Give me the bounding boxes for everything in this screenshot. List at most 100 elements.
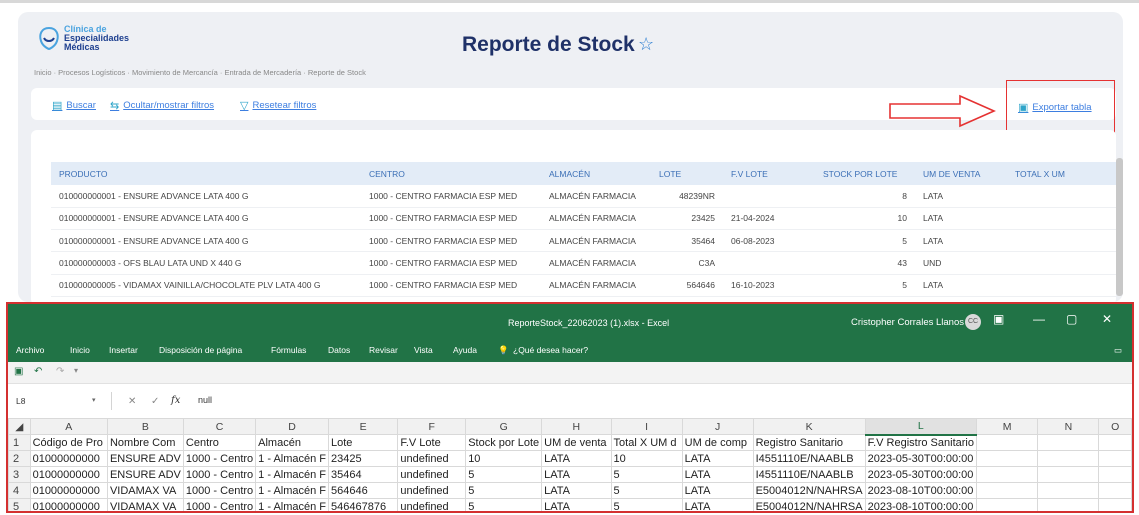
minimize-icon[interactable]: — [1033,312,1045,326]
favorite-star-icon[interactable]: ☆ [638,34,654,54]
ribbon-tab-revisar[interactable]: Revisar [369,345,398,355]
col-header-e[interactable]: E [328,418,399,435]
save-icon[interactable]: ▣ [14,366,23,377]
cancel-formula-icon[interactable]: ✕ [128,396,136,407]
close-icon[interactable]: ✕ [1102,312,1112,326]
sheet-cell[interactable]: 01000000000 [29,450,108,467]
col-header-m[interactable]: M [975,418,1039,435]
sheet-cell[interactable]: 2023-05-30T00:00:00 [864,450,977,467]
row-header[interactable]: 1 [8,434,31,451]
sheet-cell[interactable]: ENSURE ADV [106,450,184,467]
sheet-cell[interactable]: undefined [397,482,467,499]
col-header-n[interactable]: N [1037,418,1100,435]
sheet-cell[interactable]: 10 [465,450,543,467]
sheet-cell[interactable]: UM de comp [681,434,754,451]
breadcrumb[interactable]: Inicio · Procesos Logísticos · Movimient… [34,68,366,77]
col-stock-por-lote[interactable]: STOCK POR LOTE [815,162,915,185]
sheet-cell[interactable]: LATA [541,466,612,483]
redo-icon[interactable]: ↷ [56,366,64,377]
sheet-cell[interactable] [1098,450,1132,467]
sheet-cell[interactable]: Stock por Lote [465,434,543,451]
insert-function-icon[interactable]: fx [171,395,180,406]
sheet-cell[interactable]: Total X UM d [610,434,683,451]
sheet-cell[interactable]: Lote [328,434,399,451]
col-total-x-um[interactable]: TOTAL X UM [1007,162,1116,185]
ribbon-tab-ayuda[interactable]: Ayuda [453,345,477,355]
col-lote[interactable]: LOTE [651,162,723,185]
sheet-cell[interactable]: 1000 - Centro [182,466,257,483]
stock-row[interactable]: 010000000001 - ENSURE ADVANCE LATA 400 G… [51,207,1116,231]
sheet-cell[interactable]: 23425 [328,450,399,467]
sheet-cell[interactable]: VIDAMAX VA [106,498,184,511]
col-fv-lote[interactable]: F.V LOTE [723,162,815,185]
qat-customize-icon[interactable]: ▾ [74,366,78,375]
sheet-cell[interactable]: 1000 - Centro [182,482,257,499]
enter-formula-icon[interactable]: ✓ [151,396,159,407]
sheet-cell[interactable]: undefined [397,450,467,467]
sheet-cell[interactable]: 01000000000 [29,498,108,511]
sheet-cell[interactable]: 2023-08-10T00:00:00 [864,482,977,499]
ribbon-tab-inicio[interactable]: Inicio [70,345,90,355]
sheet-cell[interactable]: LATA [681,466,754,483]
sheet-cell[interactable]: 1 - Almacén F [255,466,330,483]
tell-me-search[interactable]: ¿Qué desea hacer? [513,345,588,355]
sheet-cell[interactable]: 564646 [328,482,399,499]
sheet-cell[interactable]: 35464 [328,466,399,483]
sheet-cell[interactable] [1098,434,1132,451]
sheet-cell[interactable]: F.V Lote [397,434,467,451]
col-header-o[interactable]: O [1098,418,1132,435]
sheet-cell[interactable]: 5 [465,482,543,499]
sheet-cell[interactable]: E5004012N/NAHRSA [752,482,866,499]
sheet-cell[interactable]: I4551110E/NAABLB [752,466,866,483]
sheet-cell[interactable] [975,450,1039,467]
col-header-f[interactable]: F [397,418,467,435]
sheet-cell[interactable] [1098,482,1132,499]
sheet-cell[interactable]: VIDAMAX VA [106,482,184,499]
col-um-venta[interactable]: UM DE VENTA [915,162,1007,185]
sheet-cell[interactable]: 10 [610,450,683,467]
export-table-button[interactable]: ▣ Exportar tabla [1018,101,1092,114]
col-header-d[interactable]: D [255,418,330,435]
user-avatar[interactable]: CC [965,314,981,330]
sheet-cell[interactable]: 1 - Almacén F [255,450,330,467]
sheet-cell[interactable]: F.V Registro Sanitario [864,434,977,451]
sheet-cell[interactable] [1098,498,1132,511]
search-button[interactable]: ▤ Buscar [52,99,96,112]
row-header[interactable]: 4 [8,482,31,499]
col-header-i[interactable]: I [610,418,683,435]
select-all-corner[interactable]: ◢ [8,418,31,435]
sheet-cell[interactable]: 1 - Almacén F [255,498,330,511]
formula-value[interactable]: null [198,395,212,405]
sheet-cell[interactable] [1037,434,1100,451]
sheet-cell[interactable]: 1 - Almacén F [255,482,330,499]
sheet-cell[interactable]: 01000000000 [29,482,108,499]
name-box[interactable]: L8 ▾ [12,392,112,410]
sheet-cell[interactable]: UM de venta [541,434,612,451]
col-header-j[interactable]: J [681,418,754,435]
sheet-cell[interactable] [975,466,1039,483]
ribbon-tab-archivo[interactable]: Archivo [16,345,44,355]
toggle-filters-button[interactable]: ⇆ Ocultar/mostrar filtros [110,99,214,112]
sheet-cell[interactable]: I4551110E/NAABLB [752,450,866,467]
sheet-cell[interactable]: undefined [397,498,467,511]
row-header[interactable]: 5 [8,498,31,511]
ribbon-display-icon[interactable]: ▣ [993,312,1004,326]
excel-user-name[interactable]: Cristopher Corrales Llanos [851,317,964,328]
sheet-cell[interactable]: Almacén [255,434,330,451]
sheet-cell[interactable]: 2023-05-30T00:00:00 [864,466,977,483]
sheet-cell[interactable] [975,482,1039,499]
sheet-cell[interactable]: 5 [465,466,543,483]
ribbon-tab-datos[interactable]: Datos [328,345,350,355]
reset-filters-button[interactable]: ▽ Resetear filtros [240,99,316,112]
stock-row[interactable]: 010000000001 - ENSURE ADVANCE LATA 400 G… [51,229,1116,253]
sheet-cell[interactable]: Código de Pro [29,434,108,451]
stock-row[interactable]: 010000000005 - VIDAMAX VAINILLA/CHOCOLAT… [51,274,1116,297]
row-header[interactable]: 3 [8,466,31,483]
sheet-cell[interactable] [1037,466,1100,483]
col-header-k[interactable]: K [752,418,866,435]
sheet-cell[interactable]: Nombre Com [106,434,184,451]
sheet-cell[interactable]: Registro Sanitario [752,434,866,451]
stock-row[interactable]: 010000000001 - ENSURE ADVANCE LATA 400 G… [51,185,1116,208]
row-header[interactable]: 2 [8,450,31,467]
col-producto[interactable]: PRODUCTO [51,162,361,185]
